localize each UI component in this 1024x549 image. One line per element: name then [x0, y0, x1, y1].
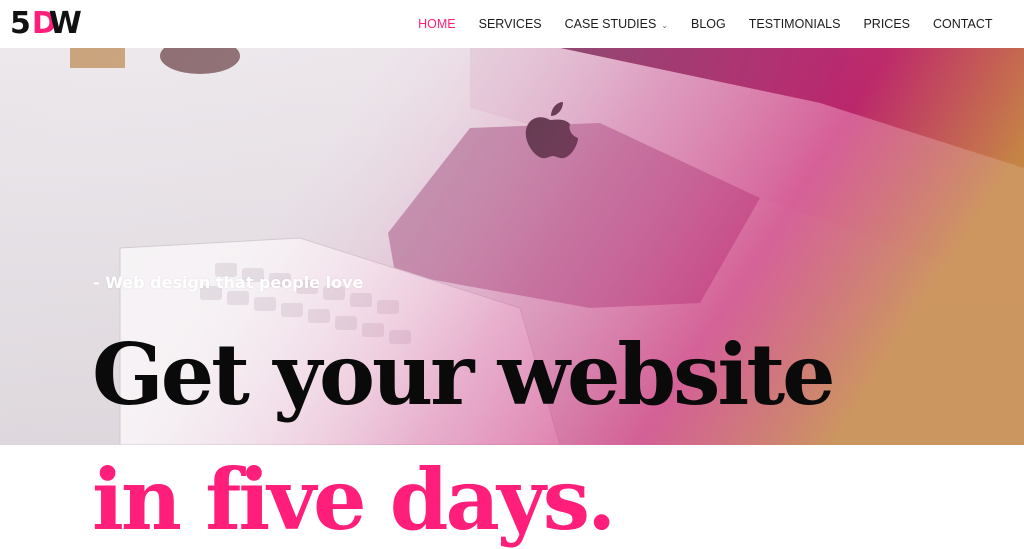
- site-header: 5 D W HOME SERVICES CASE STUDIES ⌄ BLOG T…: [0, 0, 1024, 48]
- nav-item-contact[interactable]: CONTACT: [922, 17, 1005, 31]
- nav-label: TESTIMONIALS: [748, 17, 841, 31]
- logo-letter-w: W: [48, 6, 82, 41]
- nav-label: PRICES: [863, 17, 910, 31]
- hero-tagline: - Web design that people love: [93, 273, 364, 292]
- nav-item-home[interactable]: HOME: [407, 17, 468, 31]
- nav-label: CASE STUDIES: [564, 17, 657, 31]
- hero-headline-line1: Get your website: [92, 325, 836, 424]
- nav-item-testimonials[interactable]: TESTIMONIALS: [737, 17, 852, 31]
- logo-digit: 5: [10, 6, 31, 41]
- nav-label: HOME: [418, 17, 456, 31]
- nav-item-services[interactable]: SERVICES: [467, 17, 553, 31]
- hero-headline-line2: in five days.: [92, 450, 616, 549]
- nav-label: CONTACT: [933, 17, 993, 31]
- nav-label: SERVICES: [478, 17, 542, 31]
- nav-item-prices[interactable]: PRICES: [852, 17, 922, 31]
- site-logo[interactable]: 5 D W: [10, 6, 82, 41]
- nav-item-case-studies[interactable]: CASE STUDIES ⌄: [553, 17, 679, 31]
- chevron-down-icon: ⌄: [661, 20, 669, 30]
- main-navigation: HOME SERVICES CASE STUDIES ⌄ BLOG TESTIMO…: [407, 0, 1004, 48]
- nav-item-blog[interactable]: BLOG: [680, 17, 738, 31]
- nav-label: BLOG: [691, 17, 726, 31]
